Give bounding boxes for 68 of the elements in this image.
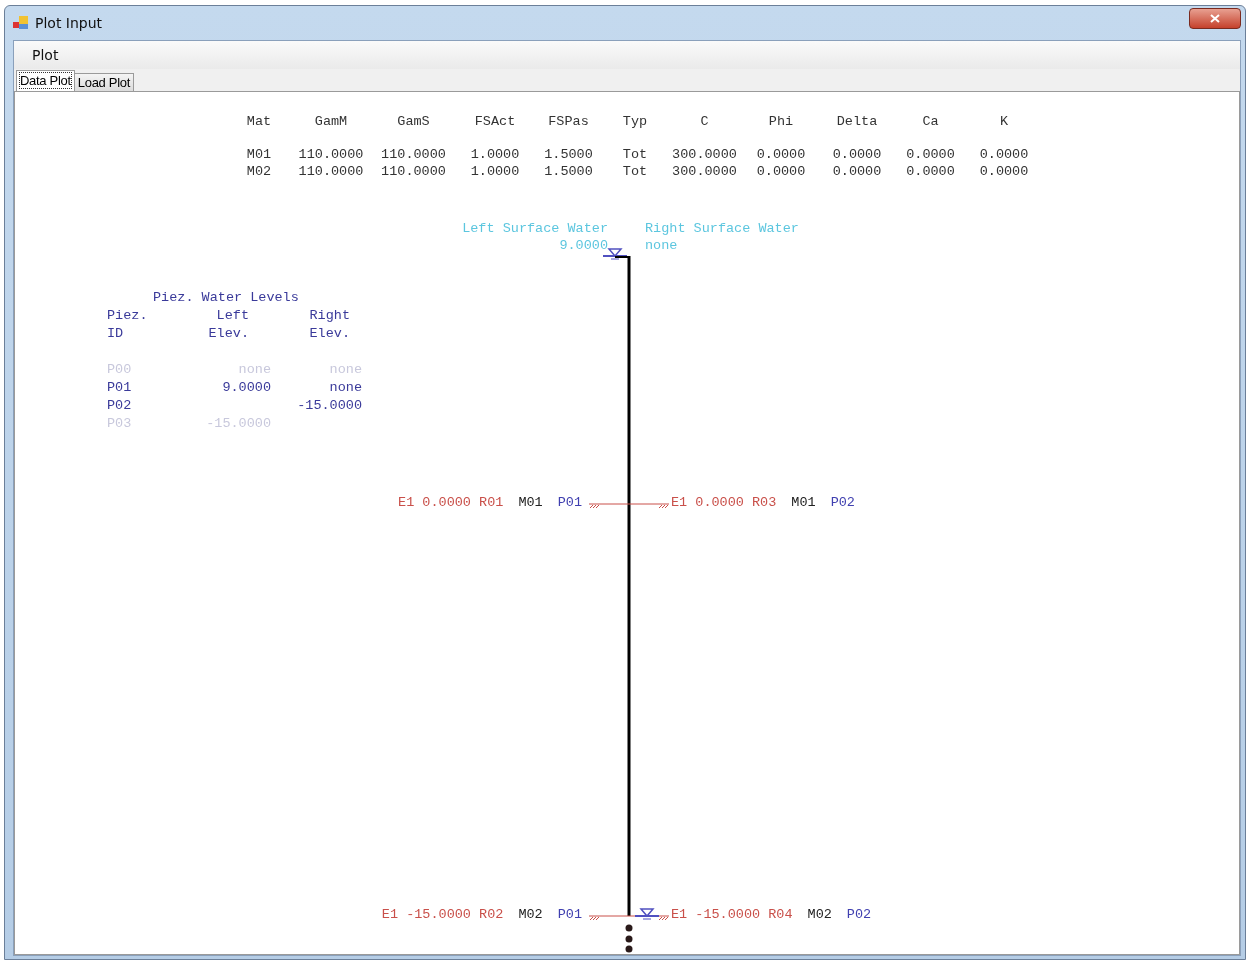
table-cell: 9.0000 [222, 380, 271, 395]
material-id: M01 [518, 495, 543, 510]
surface-water-label: Left Surface Water [462, 221, 608, 236]
material-id: M02 [807, 907, 832, 922]
table-cell-text: 300.0000 [671, 164, 738, 179]
column-header: Mat [245, 114, 273, 129]
column-header: K [998, 114, 1010, 129]
table-cell: none [329, 380, 362, 395]
table-title: Piez. Water Levels [152, 290, 300, 307]
column-header: Phi [767, 114, 795, 129]
close-icon [1210, 13, 1220, 23]
tab[interactable]: Data Plot [16, 70, 75, 91]
column-header: Left [215, 308, 250, 325]
material-id: M02 [518, 907, 543, 922]
table-cell-text: P01 [107, 380, 133, 397]
tab[interactable]: Load Plot [73, 73, 134, 91]
table-cell-text: M01 [245, 147, 273, 162]
table-cell-text: 0.0000 [831, 164, 883, 179]
column-header: GamS [396, 114, 431, 129]
table-cell-text: 0.0000 [978, 164, 1030, 179]
table-cell-text: 1.0000 [469, 147, 521, 162]
layer-label: E1 0.0000 R03 [671, 495, 777, 510]
table-cell-text: M02 [245, 164, 273, 179]
column-header: FSPas [547, 114, 590, 129]
surface-water-value: 9.0000 [559, 238, 608, 253]
column-header: FSAct [473, 114, 517, 129]
column-header: Delta [835, 114, 879, 129]
table-cell-text: 0.0000 [905, 147, 956, 162]
table-cell-text: P02 [107, 398, 133, 415]
column-header: Piez. [107, 308, 149, 325]
table-cell-text: Tot [621, 147, 649, 162]
surface-water-label: Right Surface Water [645, 221, 799, 236]
column-header: Right [308, 308, 351, 325]
surface-water-value: none [645, 238, 678, 253]
table-cell-text: 0.0000 [755, 164, 807, 179]
piezometer-id: P01 [557, 495, 582, 510]
table-cell-text: 1.0000 [469, 164, 521, 179]
window-title: Plot Input [35, 15, 103, 31]
column-header: Ca [921, 114, 940, 129]
table-cell-text: 300.0000 [671, 147, 738, 162]
layer-label: E1 -15.0000 R04 [671, 907, 793, 922]
column-header: Typ [621, 114, 649, 129]
piezometer-id: P02 [846, 907, 872, 922]
table-cell-text: 0.0000 [978, 147, 1030, 162]
column-header: GamM [313, 114, 349, 129]
table-cell: -15.0000 [297, 398, 362, 413]
close-button[interactable] [1189, 7, 1241, 29]
column-header: C [699, 114, 710, 129]
layer-label: E1 -15.0000 R02 [381, 907, 504, 922]
piezometer-id: P01 [557, 907, 582, 922]
layer-label: E1 0.0000 R01 [398, 495, 504, 510]
table-cell-text: 110.0000 [380, 164, 447, 179]
table-cell-text: 1.5000 [543, 164, 594, 179]
table-cell-text: 0.0000 [755, 147, 807, 162]
column-header: Elev. [207, 326, 250, 343]
table-cell-text: 110.0000 [380, 147, 447, 162]
material-id: M01 [791, 495, 816, 510]
table-cell-text: 110.0000 [297, 147, 365, 162]
table-cell-text: Tot [621, 164, 649, 179]
app-icon [13, 16, 29, 30]
table-cell-text: 0.0000 [831, 147, 883, 162]
table-cell-text: 110.0000 [297, 164, 365, 179]
piezometer-id: P02 [830, 495, 855, 510]
column-header: Elev. [308, 326, 351, 343]
table-cell-text: 1.5000 [543, 147, 594, 162]
column-header: ID [107, 326, 125, 343]
table-cell-text: 0.0000 [905, 164, 956, 179]
menu-item[interactable]: Plot [22, 44, 69, 66]
